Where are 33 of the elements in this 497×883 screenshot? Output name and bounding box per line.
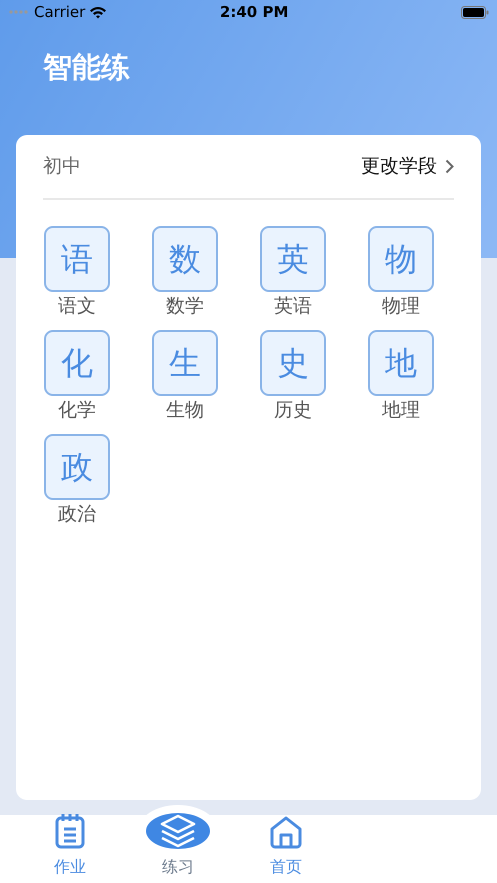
- home-icon: [269, 815, 303, 849]
- status-time: 2:40 PM: [220, 2, 288, 23]
- battery-icon: [460, 6, 489, 18]
- subject-button[interactable]: 史: [260, 330, 326, 396]
- subject-label: 地理: [382, 400, 420, 422]
- subject-button[interactable]: 英: [260, 226, 326, 292]
- layers-icon: [158, 813, 198, 849]
- subject-label: 生物: [166, 400, 204, 422]
- tab-item[interactable]: 作业: [16, 815, 124, 883]
- subject-button[interactable]: 语: [44, 226, 110, 292]
- notebook-icon: [54, 813, 86, 849]
- subject-button[interactable]: 化: [44, 330, 110, 396]
- subject-button[interactable]: 生: [152, 330, 218, 396]
- subject-label: 物理: [382, 296, 420, 318]
- tab-item[interactable]: 练习: [124, 815, 232, 883]
- subject-label: 数学: [166, 296, 204, 318]
- subject-button[interactable]: 地: [368, 330, 434, 396]
- subject-label: 历史: [274, 400, 312, 422]
- change-stage-link[interactable]: 更改学段: [361, 152, 454, 181]
- carrier-name: Carrier: [34, 2, 86, 23]
- subject-button[interactable]: 政: [44, 434, 110, 500]
- subject-label: 化学: [58, 400, 96, 422]
- subject-label: 英语: [274, 296, 312, 318]
- subject-button[interactable]: 数: [152, 226, 218, 292]
- subject-label: 语文: [58, 296, 96, 318]
- subject-button[interactable]: 物: [368, 226, 434, 292]
- page-title: 智能练: [42, 49, 131, 86]
- signal-icon: [8, 9, 30, 15]
- tab-item[interactable]: 首页: [232, 815, 340, 883]
- subject-label: 政治: [58, 504, 96, 526]
- school-stage-label: 初中: [43, 154, 81, 180]
- wifi-icon: [89, 6, 108, 18]
- chevron-icon: [445, 159, 454, 174]
